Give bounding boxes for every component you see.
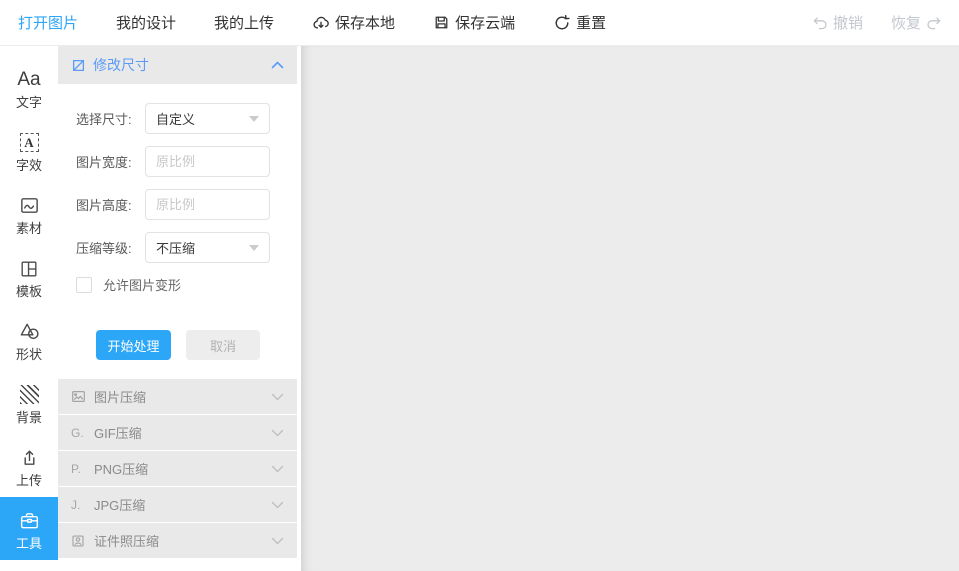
allow-deform-label: 允许图片变形 — [103, 278, 182, 293]
reset-label: 重置 — [576, 15, 607, 32]
section-header-gif-compress[interactable]: G. GIF压缩 — [58, 415, 297, 450]
save-cloud-label: 保存云端 — [455, 15, 516, 32]
chevron-down-icon — [271, 429, 284, 437]
chevron-down-icon — [271, 501, 284, 509]
toolbox-icon — [18, 508, 41, 534]
height-label: 图片高度: — [76, 198, 132, 213]
sidebar-item-background[interactable]: 背景 — [0, 371, 58, 434]
undo-icon — [811, 14, 828, 31]
image-compress-icon — [71, 389, 88, 404]
background-icon — [19, 382, 39, 408]
form-row-height: 图片高度: — [76, 189, 297, 220]
my-uploads-button[interactable]: 我的上传 — [214, 12, 274, 33]
height-input[interactable] — [145, 189, 270, 220]
undo-button[interactable]: 撤销 — [811, 12, 863, 33]
resize-form: 选择尺寸: 自定义 图片宽度: 图片高度: 压缩等级: 不压缩 — [58, 84, 297, 379]
redo-button[interactable]: 恢复 — [891, 12, 943, 33]
form-buttons: 开始处理 取消 — [76, 330, 297, 360]
sidebar-item-tools[interactable]: 工具 — [0, 497, 58, 560]
section-header-id-photo-compress[interactable]: 证件照压缩 — [58, 523, 297, 558]
sidebar-item-label: 上传 — [15, 472, 42, 488]
reset-icon — [553, 14, 571, 32]
shapes-icon — [18, 319, 41, 345]
chevron-down-icon — [271, 393, 284, 401]
sidebar-item-label: 素材 — [15, 220, 42, 236]
dropdown-arrow-icon — [249, 115, 259, 122]
toolbar-left: 打开图片 我的设计 我的上传 保存本地 保存云端 重置 — [18, 12, 606, 33]
resize-icon — [71, 58, 86, 73]
form-row-width: 图片宽度: — [76, 146, 297, 177]
chevron-down-icon — [271, 465, 284, 473]
dropdown-arrow-icon — [249, 244, 259, 251]
form-row-size: 选择尺寸: 自定义 — [76, 103, 297, 134]
section-header-png-compress[interactable]: P. PNG压缩 — [58, 451, 297, 486]
canvas-area[interactable] — [301, 46, 959, 571]
sidebar-item-materials[interactable]: 素材 — [0, 182, 58, 245]
compress-level-select[interactable]: 不压缩 — [145, 232, 270, 263]
sidebar-item-label: 文字 — [15, 94, 42, 110]
width-input[interactable] — [145, 146, 270, 177]
save-icon — [433, 14, 450, 31]
section-header-jpg-compress[interactable]: J. JPG压缩 — [58, 487, 297, 522]
sidebar-item-text[interactable]: Aa 文字 — [0, 56, 58, 119]
form-row-level: 压缩等级: 不压缩 — [76, 232, 297, 263]
gif-icon: G. — [71, 425, 84, 440]
id-photo-icon — [71, 534, 88, 548]
toolbar-right: 撤销 恢复 — [811, 12, 943, 33]
open-image-button[interactable]: 打开图片 — [18, 12, 78, 33]
level-label: 压缩等级: — [76, 241, 132, 256]
undo-label: 撤销 — [832, 15, 863, 32]
allow-deform-row: 允许图片变形 — [76, 275, 297, 294]
save-cloud-button[interactable]: 保存云端 — [433, 12, 515, 33]
upload-icon — [19, 445, 40, 471]
sidebar-item-templates[interactable]: 模板 — [0, 245, 58, 308]
start-process-button[interactable]: 开始处理 — [96, 330, 171, 360]
template-icon — [19, 256, 39, 282]
width-label: 图片宽度: — [76, 155, 132, 170]
top-toolbar: 打开图片 我的设计 我的上传 保存本地 保存云端 重置 撤销 恢复 — [0, 0, 959, 46]
save-local-button[interactable]: 保存本地 — [312, 12, 395, 33]
size-select[interactable]: 自定义 — [145, 103, 270, 134]
redo-icon — [926, 14, 943, 31]
size-label: 选择尺寸: — [76, 112, 132, 127]
allow-deform-checkbox[interactable] — [76, 276, 92, 293]
tools-panel: 修改尺寸 选择尺寸: 自定义 图片宽度: 图片高度: — [58, 46, 301, 571]
chevron-down-icon — [271, 537, 284, 545]
section-title: 修改尺寸 — [93, 57, 149, 73]
save-local-label: 保存本地 — [335, 15, 396, 32]
png-icon: P. — [71, 461, 81, 476]
sidebar-item-label: 字效 — [15, 157, 42, 173]
sidebar: Aa 文字 A 字效 素材 模板 形状 背景 上传 工具 — [0, 46, 58, 571]
section-header-resize[interactable]: 修改尺寸 — [58, 46, 297, 84]
cancel-button[interactable]: 取消 — [186, 330, 260, 360]
sidebar-item-text-effect[interactable]: A 字效 — [0, 119, 58, 182]
sidebar-item-shapes[interactable]: 形状 — [0, 308, 58, 371]
app-body: Aa 文字 A 字效 素材 模板 形状 背景 上传 工具 修改尺寸 选择尺寸: … — [0, 46, 959, 571]
chevron-up-icon — [271, 61, 284, 69]
sidebar-item-label: 背景 — [15, 409, 42, 425]
sidebar-item-label: 工具 — [15, 535, 42, 551]
text-icon: Aa — [17, 69, 41, 90]
text-effect-icon: A — [19, 130, 39, 156]
cloud-download-icon — [312, 14, 330, 32]
section-header-image-compress[interactable]: 图片压缩 — [58, 379, 297, 414]
my-designs-button[interactable]: 我的设计 — [116, 12, 176, 33]
jpg-icon: J. — [71, 497, 81, 512]
redo-label: 恢复 — [890, 15, 921, 32]
image-icon — [19, 193, 40, 219]
sidebar-item-label: 形状 — [15, 346, 42, 362]
sidebar-item-upload[interactable]: 上传 — [0, 434, 58, 497]
reset-button[interactable]: 重置 — [553, 12, 606, 33]
sidebar-item-label: 模板 — [15, 283, 42, 299]
